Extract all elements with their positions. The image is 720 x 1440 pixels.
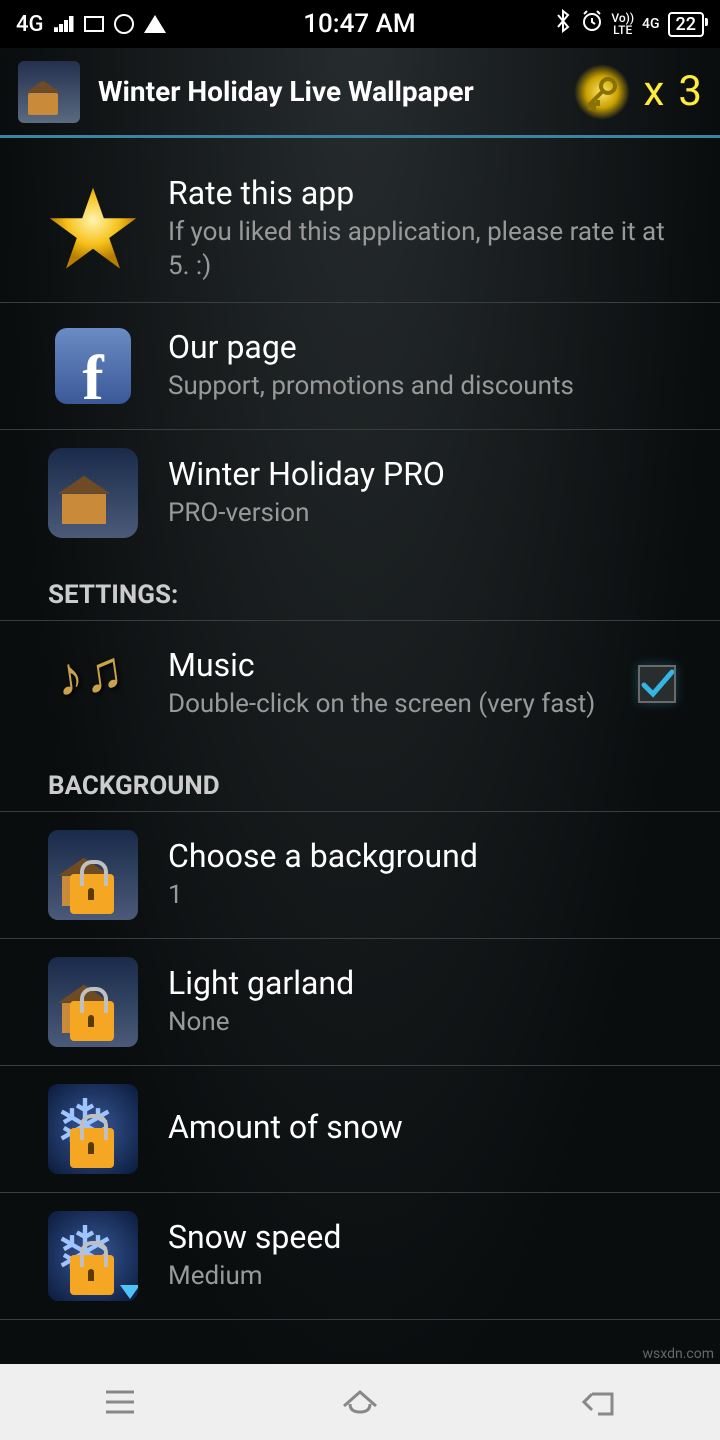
- navigation-bar: [0, 1364, 720, 1440]
- lte-label: LTE: [613, 24, 632, 36]
- music-title: Music: [168, 646, 608, 684]
- music-checkbox[interactable]: [638, 665, 676, 703]
- bg-sub: 1: [168, 879, 688, 913]
- whatsapp-icon: [114, 14, 134, 34]
- nav-back-button[interactable]: [570, 1372, 630, 1432]
- snow-speed-title: Snow speed: [168, 1218, 688, 1256]
- garland-title: Light garland: [168, 964, 688, 1002]
- battery-indicator: 22: [668, 12, 704, 37]
- section-background: BACKGROUND: [0, 747, 720, 812]
- lock-icon: [70, 1255, 114, 1295]
- envelope-icon: [84, 16, 104, 32]
- facebook-icon: f: [55, 328, 131, 404]
- app-icon: [18, 61, 80, 123]
- key-count: 3: [678, 67, 702, 116]
- content-scroll[interactable]: Rate this app If you liked this applicat…: [0, 138, 720, 1364]
- row-our-page[interactable]: f Our page Support, promotions and disco…: [0, 303, 720, 430]
- row-pro-version[interactable]: Winter Holiday PRO PRO-version: [0, 430, 720, 556]
- network-4g-2: 4G: [642, 16, 660, 32]
- key-x-label: x: [644, 67, 665, 116]
- nav-recent-button[interactable]: [90, 1372, 150, 1432]
- bluetooth-icon: [553, 9, 573, 39]
- row-music[interactable]: Music Double-click on the screen (very f…: [0, 621, 720, 747]
- key-icon: [574, 64, 630, 120]
- app-title: Winter Holiday Live Wallpaper: [98, 75, 574, 108]
- pro-icon: [48, 448, 138, 538]
- pro-title: Winter Holiday PRO: [168, 455, 688, 493]
- watermark: wsxdn.com: [643, 1346, 714, 1362]
- rate-title: Rate this app: [168, 174, 688, 212]
- row-light-garland[interactable]: Light garland None: [0, 939, 720, 1066]
- alarm-icon: [581, 10, 603, 38]
- bg-icon: [48, 830, 138, 920]
- status-time: 10:47 AM: [166, 9, 554, 39]
- star-icon: [48, 184, 138, 274]
- key-counter[interactable]: x 3: [574, 64, 702, 120]
- snow-amount-icon: [48, 1084, 138, 1174]
- page-sub: Support, promotions and discounts: [168, 370, 688, 404]
- network-4g: 4G: [16, 12, 44, 37]
- status-bar: 4G 10:47 AM Vo)) LTE 4G 22: [0, 0, 720, 48]
- garland-sub: None: [168, 1006, 688, 1040]
- pro-sub: PRO-version: [168, 497, 688, 531]
- signal-icon: [54, 16, 74, 32]
- music-sub: Double-click on the screen (very fast): [168, 688, 608, 722]
- snow-amount-title: Amount of snow: [168, 1108, 688, 1146]
- row-choose-background[interactable]: Choose a background 1: [0, 812, 720, 939]
- lock-icon: [70, 1001, 114, 1041]
- section-settings: SETTINGS:: [0, 556, 720, 621]
- app-bar: Winter Holiday Live Wallpaper x 3: [0, 48, 720, 138]
- lock-icon: [70, 1128, 114, 1168]
- page-title: Our page: [168, 328, 688, 366]
- triangle-icon: [120, 1285, 138, 1299]
- warning-icon: [144, 15, 166, 33]
- music-icon: [48, 639, 138, 729]
- row-rate-app[interactable]: Rate this app If you liked this applicat…: [0, 156, 720, 303]
- lock-icon: [70, 874, 114, 914]
- snow-speed-icon: [48, 1211, 138, 1301]
- rate-sub: If you liked this application, please ra…: [168, 216, 688, 284]
- row-snow-speed[interactable]: Snow speed Medium: [0, 1193, 720, 1320]
- row-amount-of-snow[interactable]: Amount of snow: [0, 1066, 720, 1193]
- nav-home-button[interactable]: [330, 1372, 390, 1432]
- garland-icon: [48, 957, 138, 1047]
- snow-speed-sub: Medium: [168, 1260, 688, 1294]
- bg-title: Choose a background: [168, 837, 688, 875]
